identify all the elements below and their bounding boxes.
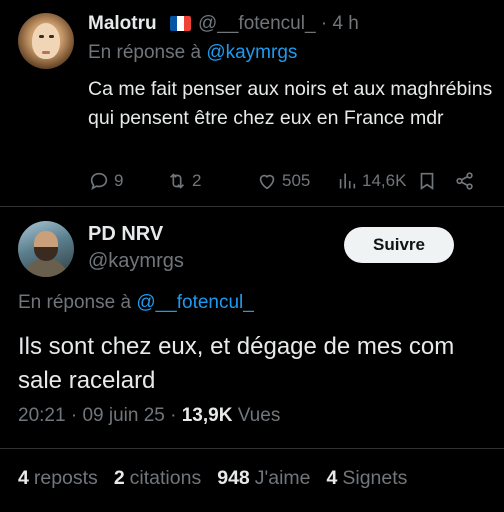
reposts-label: reposts: [33, 467, 98, 489]
reply-count: 9: [114, 171, 124, 190]
views-label: Vues: [237, 405, 281, 426]
display-name[interactable]: PD NRV: [88, 223, 163, 246]
reply-icon: [90, 172, 108, 191]
action-bar: 9 2 505 14,6K: [88, 170, 488, 194]
bookmarks-count: 4: [326, 467, 338, 489]
reply-to-link[interactable]: @kaymrgs: [206, 42, 297, 63]
views-button[interactable]: 14,6K: [336, 170, 406, 192]
repost-button[interactable]: 2: [166, 170, 201, 192]
handle[interactable]: @__fotencul_: [198, 13, 316, 34]
avatar[interactable]: [18, 221, 74, 277]
separator: ·: [170, 405, 177, 426]
reply-button[interactable]: 9: [88, 170, 123, 192]
views-count: 13,9K: [181, 405, 233, 426]
separator: ·: [320, 13, 328, 34]
reply-prefix: En réponse à: [88, 42, 202, 63]
divider: [0, 206, 504, 207]
handle[interactable]: @kaymrgs: [88, 250, 184, 273]
engagement-stats: 4 reposts 2 citations 948 J'aime 4 Signe…: [18, 467, 423, 490]
like-count: 505: [282, 171, 311, 190]
follow-button[interactable]: Suivre: [344, 227, 454, 263]
reply-prefix: En réponse à: [18, 292, 132, 313]
france-flag-icon: [170, 16, 191, 31]
avatar-body: [24, 259, 68, 277]
bookmark-button[interactable]: [416, 170, 438, 192]
views-count: 14,6K: [362, 171, 407, 190]
avatar-mouth: [42, 51, 50, 54]
likes-stat[interactable]: 948 J'aime: [217, 467, 310, 490]
divider: [0, 448, 504, 449]
heart-icon: [259, 174, 275, 190]
tweet-text: Ca me fait penser aux noirs et aux maghr…: [88, 78, 493, 129]
repost-icon: [169, 173, 185, 189]
avatar[interactable]: [18, 13, 74, 69]
tweet-meta: 20:21 · 09 juin 25 · 13,9K Vues: [18, 405, 280, 427]
bookmarks-label: Signets: [342, 467, 408, 489]
like-button[interactable]: 505: [256, 170, 310, 192]
reply-to-link[interactable]: @__fotencul_: [136, 292, 254, 313]
repost-count: 2: [192, 171, 202, 190]
avatar-eye: [49, 35, 54, 38]
timestamp[interactable]: 20:21: [18, 405, 66, 426]
reply-context: En réponse à @kaymrgs: [88, 42, 297, 64]
likes-count: 948: [217, 467, 250, 489]
separator: ·: [70, 405, 78, 426]
reposts-stat[interactable]: 4 reposts: [18, 467, 98, 490]
views-chart-icon: [339, 173, 356, 189]
likes-label: J'aime: [254, 467, 311, 489]
date[interactable]: 09 juin 25: [82, 405, 164, 426]
bookmarks-stat[interactable]: 4 Signets: [327, 467, 408, 490]
bookmark-icon: [420, 172, 434, 190]
timestamp[interactable]: 4 h: [332, 13, 358, 34]
reposts-count: 4: [18, 467, 29, 489]
quotes-count: 2: [113, 467, 125, 489]
avatar-eye: [39, 35, 44, 38]
reply-context: En réponse à @__fotencul_: [18, 292, 254, 314]
tweet-text: Ils sont chez eux, et dégage de mes com …: [18, 333, 455, 394]
quotes-label: citations: [129, 467, 202, 489]
share-icon: [456, 172, 473, 190]
display-name[interactable]: Malotru: [88, 13, 157, 35]
share-button[interactable]: [454, 170, 476, 192]
handle-and-time[interactable]: @__fotencul_ · 4 h: [198, 13, 359, 35]
quotes-stat[interactable]: 2 citations: [114, 467, 201, 490]
